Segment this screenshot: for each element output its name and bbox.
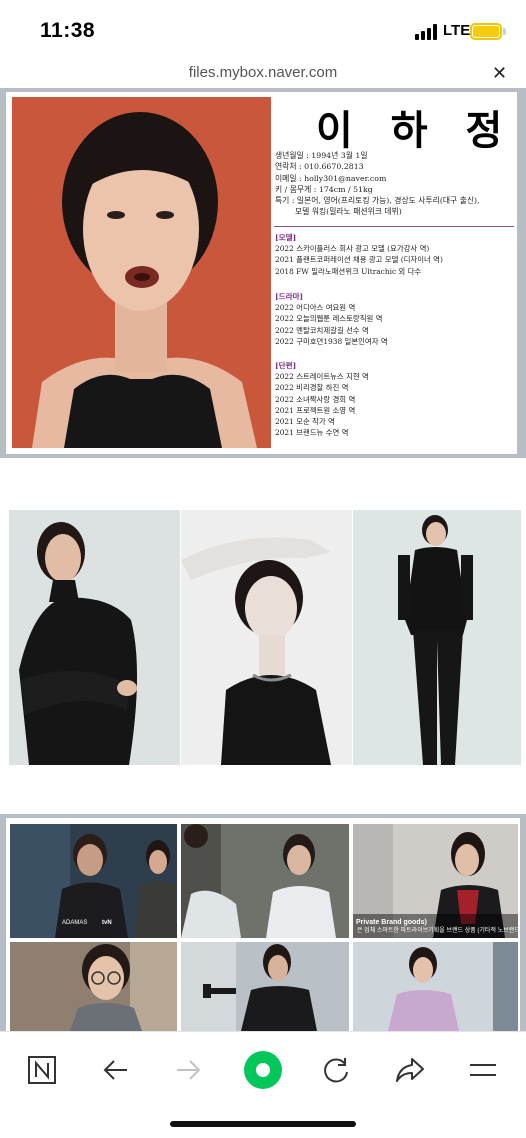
section-short-film: [단편] 2022 스트레이트뉴스 지현 역 2022 비리경찰 하진 역 20… — [275, 360, 515, 438]
list-item: 2022 어디아스 여요원 역 — [275, 303, 356, 313]
home-indicator[interactable] — [170, 1121, 356, 1127]
list-item: 2022 비리경찰 하진 역 — [275, 383, 349, 393]
status-time: 11:38 — [40, 19, 96, 42]
list-item: 2022 구미호뎐1938 일본인여자 역 — [275, 336, 388, 346]
section-title: [드라마] — [275, 292, 304, 301]
section-drama: [드라마] 2022 어디아스 여요원 역 2022 오늘의웹툰 레스토랑직원 … — [275, 291, 515, 347]
portrait-photo-1 — [9, 510, 180, 765]
profile-page: 이 하 정 생년월일 : 1994년 3월 1일 연락처 : 010.6670.… — [6, 92, 517, 454]
section-model: [모델] 2022 스카이플러스 회사 광고 모델 (요가강사 역) 2021 … — [275, 232, 515, 277]
refresh-icon[interactable] — [316, 1050, 356, 1090]
photo-page — [0, 458, 526, 814]
green-home-icon[interactable] — [241, 1050, 285, 1090]
list-item: 2022 소녀짝사랑 경희 역 — [275, 394, 356, 404]
forward-arrow-icon[interactable] — [168, 1050, 208, 1090]
profile-name: 이 하 정 — [316, 108, 515, 154]
list-item: 2022 멘탈코치제갈길 선수 역 — [275, 325, 369, 335]
section-divider — [274, 226, 514, 227]
back-arrow-icon[interactable] — [96, 1050, 136, 1090]
still-image-1: ADAMAS tvN — [10, 824, 177, 938]
drama-logo: ADAMAS — [62, 920, 88, 926]
url-bar: files.mybox.naver.com ✕ — [0, 60, 526, 88]
list-item: 2021 모순 작가 역 — [275, 417, 335, 427]
still-image-6 — [353, 942, 518, 1031]
close-icon[interactable]: ✕ — [492, 63, 507, 84]
still-image-5 — [181, 942, 349, 1031]
still-caption: 은 업체 스마트한 파트라이브기획을 브랜드 상품 (기타적 노브랜드 등) — [357, 928, 518, 934]
detail-birthdate: 생년월일 : 1994년 3월 1일 — [275, 151, 368, 160]
portrait-photo-2 — [181, 510, 352, 765]
still-image-3: Private Brand goods) 은 업체 스마트한 파트라이브기획을 … — [353, 824, 518, 938]
battery-icon — [470, 23, 502, 40]
menu-icon[interactable] — [463, 1050, 503, 1090]
list-item: 2021 브랜드뉴 수연 역 — [275, 428, 349, 438]
share-icon[interactable] — [390, 1050, 430, 1090]
network-label: LTE — [443, 22, 471, 39]
still-image-2 — [181, 824, 349, 938]
list-item: 2021 플랜트코퍼레이션 채용 광고 모델 (디자이너 역) — [275, 255, 443, 265]
detail-phone: 연락처 : 010.6670.2813 — [275, 162, 364, 172]
profile-details: 생년월일 : 1994년 3월 1일 연락처 : 010.6670.2813 이… — [275, 150, 515, 218]
still-image-4 — [10, 942, 177, 1031]
detail-skills: 특기 : 일본어, 영어(프리토킹 가능), 경상도 사투리(대구 출신), — [275, 196, 480, 206]
url-domain[interactable]: files.mybox.naver.com — [0, 64, 526, 81]
status-bar: 11:38 LTE — [0, 0, 526, 60]
detail-email: 이메일 : holly301@naver.com — [275, 173, 387, 183]
list-item: 2021 프로젝트원 소영 역 — [275, 405, 356, 415]
detail-height-weight: 키 / 몸무게 : 174cm / 51kg — [275, 184, 373, 194]
detail-skills-cont: 모델 워킹(밀라노 패션위크 데뷔) — [295, 207, 402, 217]
signal-icon — [415, 24, 439, 40]
naver-n-icon[interactable] — [22, 1050, 62, 1090]
channel-logo: tvN — [102, 920, 112, 926]
stills-page: ADAMAS tvN Private Brand goods) 은 업체 스마트… — [6, 818, 520, 1031]
portrait-photo-3 — [353, 510, 521, 765]
battery-tip — [503, 28, 506, 35]
document-viewer[interactable]: 이 하 정 생년월일 : 1994년 3월 1일 연락처 : 010.6670.… — [0, 88, 526, 1031]
profile-photo — [12, 97, 271, 448]
list-item: 2022 스카이플러스 회사 광고 모델 (요가강사 역) — [275, 244, 430, 254]
section-title: [단편] — [275, 361, 297, 370]
list-item: 2022 스트레이트뉴스 지현 역 — [275, 372, 369, 382]
section-title: [모델] — [275, 233, 297, 242]
list-item: 2018 FW 밀라노패션위크 Ultrachic 외 다수 — [275, 266, 422, 276]
list-item: 2022 오늘의웹툰 레스토랑직원 역 — [275, 314, 383, 324]
